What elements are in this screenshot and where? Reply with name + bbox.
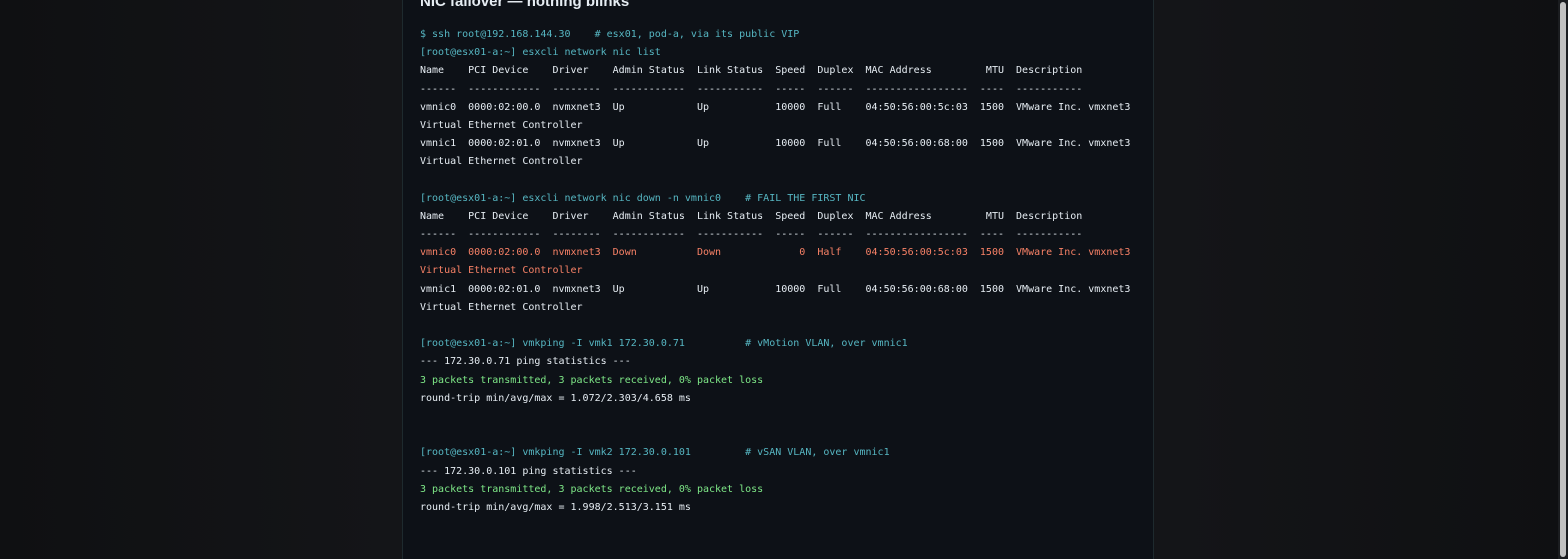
scrollbar-thumb[interactable] xyxy=(1560,2,1566,557)
output-line: Name PCI Device Driver Admin Status Link… xyxy=(420,65,1083,77)
success-line: 3 packets transmitted, 3 packets receive… xyxy=(420,483,764,495)
output-line: Virtual Ethernet Controller xyxy=(420,156,583,168)
output-line: --- 172.30.0.101 ping statistics --- xyxy=(420,465,637,477)
command-line: $ ssh root@192.168.144.30 # esx01, pod-a… xyxy=(420,29,800,40)
output-line: round-trip min/avg/max = 1.998/2.513/3.1… xyxy=(420,501,691,513)
terminal-output: $ ssh root@192.168.144.30 # esx01, pod-a… xyxy=(420,26,1130,517)
output-line: Virtual Ethernet Controller xyxy=(420,119,583,131)
output-line: Name PCI Device Driver Admin Status Link… xyxy=(420,210,1083,222)
error-line: vmnic0 0000:02:00.0 nvmxnet3 Down Down 0… xyxy=(420,247,1131,259)
success-line: 3 packets transmitted, 3 packets receive… xyxy=(420,374,764,386)
output-line: ------ ------------ -------- -----------… xyxy=(420,229,1083,241)
vertical-scrollbar[interactable] xyxy=(1558,0,1568,559)
output-line: round-trip min/avg/max = 1.072/2.303/4.6… xyxy=(420,392,691,404)
output-line: vmnic1 0000:02:01.0 nvmxnet3 Up Up 10000… xyxy=(420,283,1131,295)
output-line: --- 172.30.0.71 ping statistics --- xyxy=(420,356,631,368)
output-line: vmnic0 0000:02:00.0 nvmxnet3 Up Up 10000… xyxy=(420,101,1131,113)
content-panel: NIC failover — nothing blinks $ ssh root… xyxy=(402,0,1154,559)
command-line: [root@esx01-a:~] vmkping -I vmk2 172.30.… xyxy=(420,447,890,459)
output-line: Virtual Ethernet Controller xyxy=(420,301,583,313)
command-line: [root@esx01-a:~] vmkping -I vmk1 172.30.… xyxy=(420,338,908,350)
error-line: Virtual Ethernet Controller xyxy=(420,265,583,277)
command-line: [root@esx01-a:~] esxcli network nic down… xyxy=(420,192,866,204)
output-line: vmnic1 0000:02:01.0 nvmxnet3 Up Up 10000… xyxy=(420,138,1131,150)
page-title: NIC failover — nothing blinks xyxy=(420,0,630,10)
output-line: ------ ------------ -------- -----------… xyxy=(420,83,1083,95)
command-line: [root@esx01-a:~] esxcli network nic list xyxy=(420,47,661,59)
